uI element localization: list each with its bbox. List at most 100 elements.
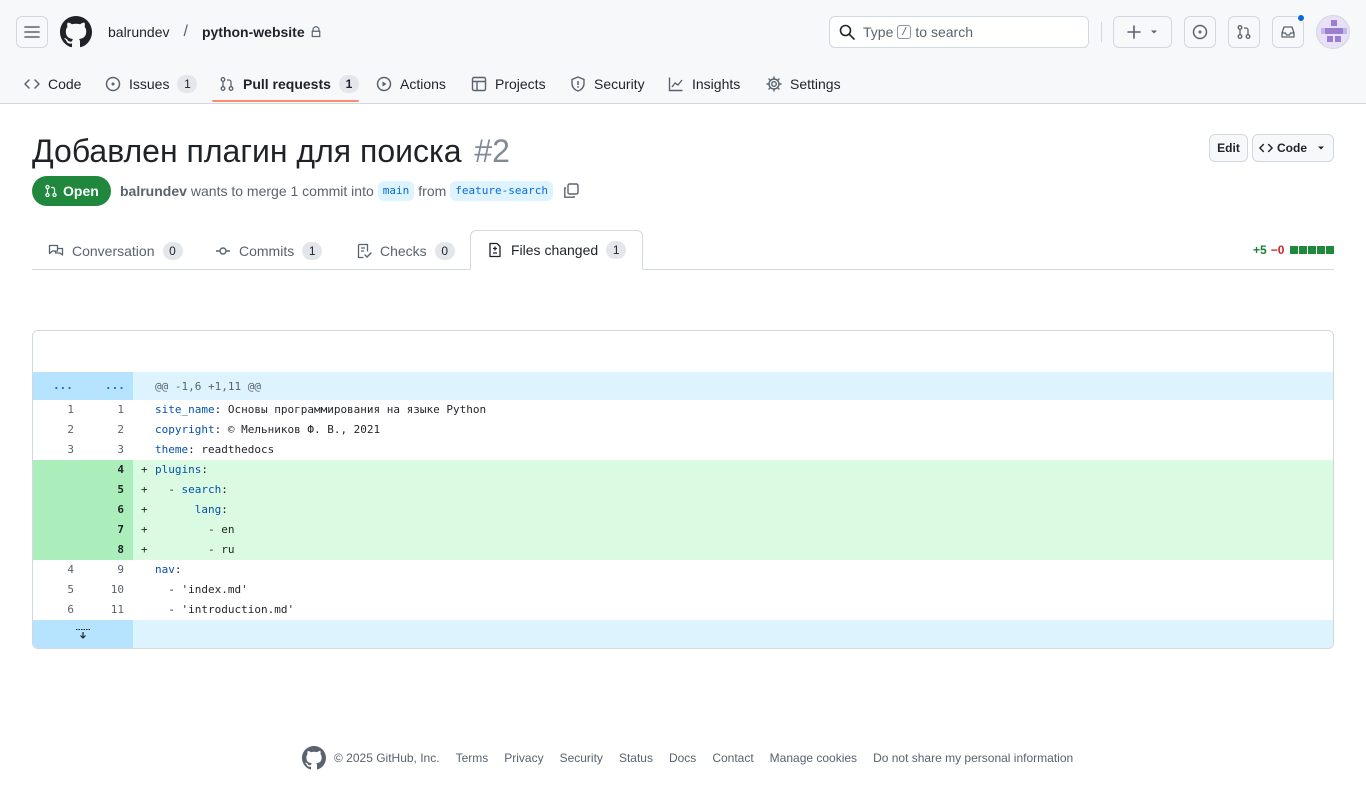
old-line-number[interactable]: [33, 460, 74, 480]
github-logo-icon: [302, 746, 326, 770]
old-line-number[interactable]: 3: [33, 440, 74, 460]
tab-conversation[interactable]: Conversation 0: [48, 231, 183, 270]
page-title: Добавлен плагин для поиска #2: [32, 131, 510, 171]
repo-nav-label: Pull requests: [243, 76, 331, 92]
hunk-header-text: @@ -1,6 +1,11 @@: [155, 380, 261, 393]
tab-files-changed[interactable]: Files changed 1: [470, 230, 644, 270]
old-line-number[interactable]: 5: [33, 580, 74, 600]
table-icon: [471, 76, 487, 92]
footer-link-status[interactable]: Status: [619, 751, 653, 765]
repo-owner-link[interactable]: balrundev: [108, 23, 170, 41]
footer-copyright: © 2025 GitHub, Inc.: [334, 751, 440, 765]
diff-file-header: [33, 331, 1333, 372]
old-line-number[interactable]: 1: [33, 400, 74, 420]
counter-badge: 0: [162, 241, 183, 260]
old-line-number[interactable]: [33, 480, 74, 500]
old-line-number[interactable]: [33, 500, 74, 520]
footer-link-privacy[interactable]: Privacy: [504, 751, 543, 765]
code-key: search: [181, 483, 222, 496]
expand-up-button[interactable]: ...: [53, 379, 73, 392]
search-suffix: to search: [915, 24, 973, 40]
repo-nav-issues[interactable]: Issues 1: [105, 64, 198, 104]
repo-nav-label: Security: [594, 76, 645, 92]
tab-label: Commits: [239, 242, 295, 259]
diff-line-context: 6 11 - 'introduction.md': [33, 600, 1333, 620]
code-value: :: [221, 483, 228, 496]
new-line-number[interactable]: 7: [83, 520, 124, 540]
old-line-number[interactable]: 4: [33, 560, 74, 580]
code-line: - en: [155, 520, 235, 540]
base-branch[interactable]: main: [377, 181, 415, 201]
expand-down-button[interactable]: [33, 620, 133, 648]
old-line-number[interactable]: [33, 520, 74, 540]
new-line-number[interactable]: 4: [83, 460, 124, 480]
code-value: :: [221, 503, 228, 516]
code-indent: -: [155, 483, 182, 496]
code-key: theme: [155, 443, 189, 456]
tab-label: Conversation: [72, 242, 155, 259]
code-key: nav: [155, 563, 175, 576]
diff-line-context: 2 2 copyright: © Мельников Ф. В., 2021: [33, 420, 1333, 440]
avatar[interactable]: [1316, 15, 1350, 49]
new-line-number[interactable]: 1: [83, 400, 124, 420]
repo-nav-settings[interactable]: Settings: [766, 64, 841, 104]
edit-title-button[interactable]: Edit: [1209, 134, 1248, 162]
old-line-number[interactable]: [33, 540, 74, 560]
repo-nav-pull-requests[interactable]: Pull requests 1: [219, 64, 359, 104]
footer-link-do-not-share[interactable]: Do not share my personal information: [873, 751, 1073, 765]
addition-marker: +: [141, 483, 148, 496]
tab-commits[interactable]: Commits 1: [215, 231, 323, 270]
new-line-number[interactable]: 10: [83, 580, 124, 600]
footer-link-terms[interactable]: Terms: [456, 751, 489, 765]
repo-name-link[interactable]: python-website: [202, 23, 305, 41]
old-line-number[interactable]: 6: [33, 600, 74, 620]
old-line-number[interactable]: 2: [33, 420, 74, 440]
diffstat-deletions: −0: [1270, 243, 1285, 257]
new-line-number[interactable]: 6: [83, 500, 124, 520]
create-new-button[interactable]: [1113, 16, 1172, 48]
counter-badge: 1: [338, 75, 359, 93]
code-indent: -: [155, 543, 222, 556]
code-value: ru: [221, 543, 235, 556]
repo-nav-insights[interactable]: Insights: [668, 64, 740, 104]
search-input[interactable]: Type / to search: [829, 16, 1089, 48]
footer-link-manage-cookies[interactable]: Manage cookies: [770, 751, 857, 765]
gear-icon: [766, 76, 782, 92]
diff-line-added: 4 + plugins:: [33, 460, 1333, 480]
menu-button[interactable]: [16, 16, 48, 48]
counter-badge: 0: [434, 241, 455, 260]
new-line-number[interactable]: 2: [83, 420, 124, 440]
new-line-number[interactable]: 9: [83, 560, 124, 580]
head-branch[interactable]: feature-search: [450, 181, 553, 201]
repo-nav-code[interactable]: Code: [24, 64, 81, 104]
footer-link-docs[interactable]: Docs: [669, 751, 696, 765]
comment-discussion-icon: [48, 243, 64, 259]
repo-nav-security[interactable]: Security: [570, 64, 645, 104]
code-key: site_name: [155, 403, 215, 416]
new-line-number[interactable]: 11: [83, 600, 124, 620]
code-icon: [24, 76, 40, 92]
diff-line-context: 5 10 - 'index.md': [33, 580, 1333, 600]
author-link[interactable]: balrundev: [120, 181, 187, 201]
code-indent: -: [155, 523, 222, 536]
new-line-number[interactable]: 8: [83, 540, 124, 560]
code-line: - ru: [155, 540, 235, 560]
code-key: plugins: [155, 463, 202, 476]
checklist-icon: [356, 243, 372, 259]
code-dropdown-button[interactable]: Code: [1252, 134, 1334, 162]
expand-down-button[interactable]: ...: [105, 379, 125, 392]
github-logo-icon[interactable]: [60, 16, 92, 48]
repo-nav-actions[interactable]: Actions: [376, 64, 446, 104]
footer-link-contact[interactable]: Contact: [712, 751, 753, 765]
tab-checks[interactable]: Checks 0: [356, 231, 455, 270]
copy-icon[interactable]: [563, 183, 579, 199]
repo-nav-projects[interactable]: Projects: [471, 64, 546, 104]
lock-icon: [310, 26, 322, 38]
code-line: theme: readthedocs: [155, 440, 274, 460]
new-line-number[interactable]: 5: [83, 480, 124, 500]
git-pull-request-icon: [1237, 25, 1251, 39]
footer-link-security[interactable]: Security: [560, 751, 603, 765]
issues-button[interactable]: [1184, 16, 1216, 48]
new-line-number[interactable]: 3: [83, 440, 124, 460]
pull-requests-button[interactable]: [1228, 16, 1260, 48]
